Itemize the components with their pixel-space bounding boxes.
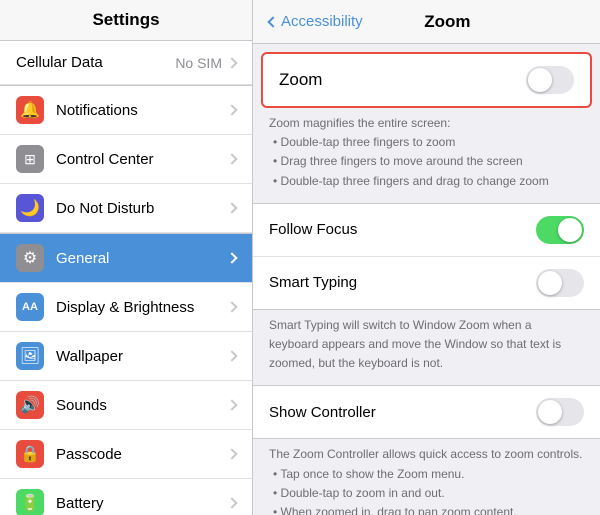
wallpaper-icon: 🖼 — [16, 342, 44, 370]
wallpaper-label: Wallpaper — [56, 348, 228, 365]
general-icon: ⚙ — [16, 244, 44, 272]
control-center-label: Control Center — [56, 151, 228, 168]
smart-typing-description: Smart Typing will switch to Window Zoom … — [253, 310, 600, 384]
zoom-desc-item-3: • Double-tap three fingers and drag to c… — [273, 172, 584, 191]
sidebar-title: Settings — [92, 10, 159, 29]
chevron-right-icon — [226, 350, 237, 361]
show-controller-label: Show Controller — [269, 404, 536, 421]
smart-typing-knob — [538, 271, 562, 295]
cellular-label: Cellular Data — [16, 54, 175, 71]
back-button[interactable]: Accessibility — [269, 13, 363, 30]
main-panel: Accessibility Zoom Zoom Zoom magnifies t… — [253, 0, 600, 515]
general-label: General — [56, 250, 228, 267]
follow-focus-knob — [558, 218, 582, 242]
chevron-right-icon — [226, 301, 237, 312]
notifications-icon: 🔔 — [16, 96, 44, 124]
passcode-icon: 🔒 — [16, 440, 44, 468]
sidebar-item-wallpaper[interactable]: 🖼 Wallpaper — [0, 332, 252, 381]
controller-description: The Zoom Controller allows quick access … — [253, 439, 600, 515]
sidebar-item-general[interactable]: ⚙ General — [0, 234, 252, 283]
main-header: Accessibility Zoom — [253, 0, 600, 44]
chevron-right-icon — [226, 399, 237, 410]
smart-typing-row: Smart Typing — [253, 257, 600, 309]
zoom-label: Zoom — [279, 70, 526, 90]
smart-typing-label: Smart Typing — [269, 274, 536, 291]
sounds-icon: 🔊 — [16, 391, 44, 419]
controller-desc-prefix: The Zoom Controller allows quick access … — [269, 447, 582, 461]
controller-section: Show Controller — [253, 385, 600, 439]
sidebar-header: Settings — [0, 0, 252, 41]
sounds-label: Sounds — [56, 397, 228, 414]
display-brightness-label: Display & Brightness — [56, 299, 228, 316]
display-brightness-icon: AA — [16, 293, 44, 321]
chevron-right-icon — [226, 497, 237, 508]
zoom-toggle-knob — [528, 68, 552, 92]
do-not-disturb-label: Do Not Disturb — [56, 200, 228, 217]
show-controller-row: Show Controller — [253, 386, 600, 438]
sidebar-item-passcode[interactable]: 🔒 Passcode — [0, 430, 252, 479]
ctrl-desc-item-3: • When zoomed in, drag to pan zoom conte… — [273, 503, 584, 515]
chevron-right-icon — [226, 252, 237, 263]
sidebar-item-notifications[interactable]: 🔔 Notifications — [0, 86, 252, 135]
cellular-detail: No SIM — [175, 55, 222, 71]
sidebar-item-do-not-disturb[interactable]: 🌙 Do Not Disturb — [0, 184, 252, 233]
chevron-right-icon — [226, 202, 237, 213]
sidebar-item-display-brightness[interactable]: AA Display & Brightness — [0, 283, 252, 332]
zoom-description-title: Zoom magnifies the entire screen: — [269, 116, 450, 130]
chevron-right-icon — [226, 57, 237, 68]
smart-typing-desc-text: Smart Typing will switch to Window Zoom … — [269, 318, 561, 370]
battery-icon: 🔋 — [16, 489, 44, 515]
zoom-row: Zoom — [263, 54, 590, 106]
chevron-right-icon — [226, 104, 237, 115]
notifications-label: Notifications — [56, 102, 228, 119]
control-center-icon: ⊞ — [16, 145, 44, 173]
page-title: Zoom — [371, 12, 524, 32]
follow-focus-toggle[interactable] — [536, 216, 584, 244]
back-label: Accessibility — [281, 13, 363, 30]
zoom-description: Zoom magnifies the entire screen: • Doub… — [253, 108, 600, 201]
zoom-desc-item-1: • Double-tap three fingers to zoom — [273, 133, 584, 152]
do-not-disturb-icon: 🌙 — [16, 194, 44, 222]
chevron-right-icon — [226, 153, 237, 164]
chevron-right-icon — [226, 448, 237, 459]
back-chevron-icon — [267, 16, 278, 27]
focus-typing-section: Follow Focus Smart Typing — [253, 203, 600, 310]
sidebar-item-control-center[interactable]: ⊞ Control Center — [0, 135, 252, 184]
sidebar: Settings Cellular Data No SIM 🔔 Notifica… — [0, 0, 253, 515]
ctrl-desc-item-2: • Double-tap to zoom in and out. — [273, 484, 584, 503]
battery-label: Battery — [56, 495, 228, 512]
sidebar-item-cellular[interactable]: Cellular Data No SIM — [0, 41, 252, 85]
zoom-toggle[interactable] — [526, 66, 574, 94]
zoom-desc-item-2: • Drag three fingers to move around the … — [273, 152, 584, 171]
follow-focus-row: Follow Focus — [253, 204, 600, 257]
ctrl-desc-item-1: • Tap once to show the Zoom menu. — [273, 465, 584, 484]
passcode-label: Passcode — [56, 446, 228, 463]
sidebar-item-sounds[interactable]: 🔊 Sounds — [0, 381, 252, 430]
show-controller-toggle[interactable] — [536, 398, 584, 426]
sidebar-item-battery[interactable]: 🔋 Battery — [0, 479, 252, 515]
zoom-section: Zoom — [261, 52, 592, 108]
smart-typing-toggle[interactable] — [536, 269, 584, 297]
show-controller-knob — [538, 400, 562, 424]
follow-focus-label: Follow Focus — [269, 221, 536, 238]
